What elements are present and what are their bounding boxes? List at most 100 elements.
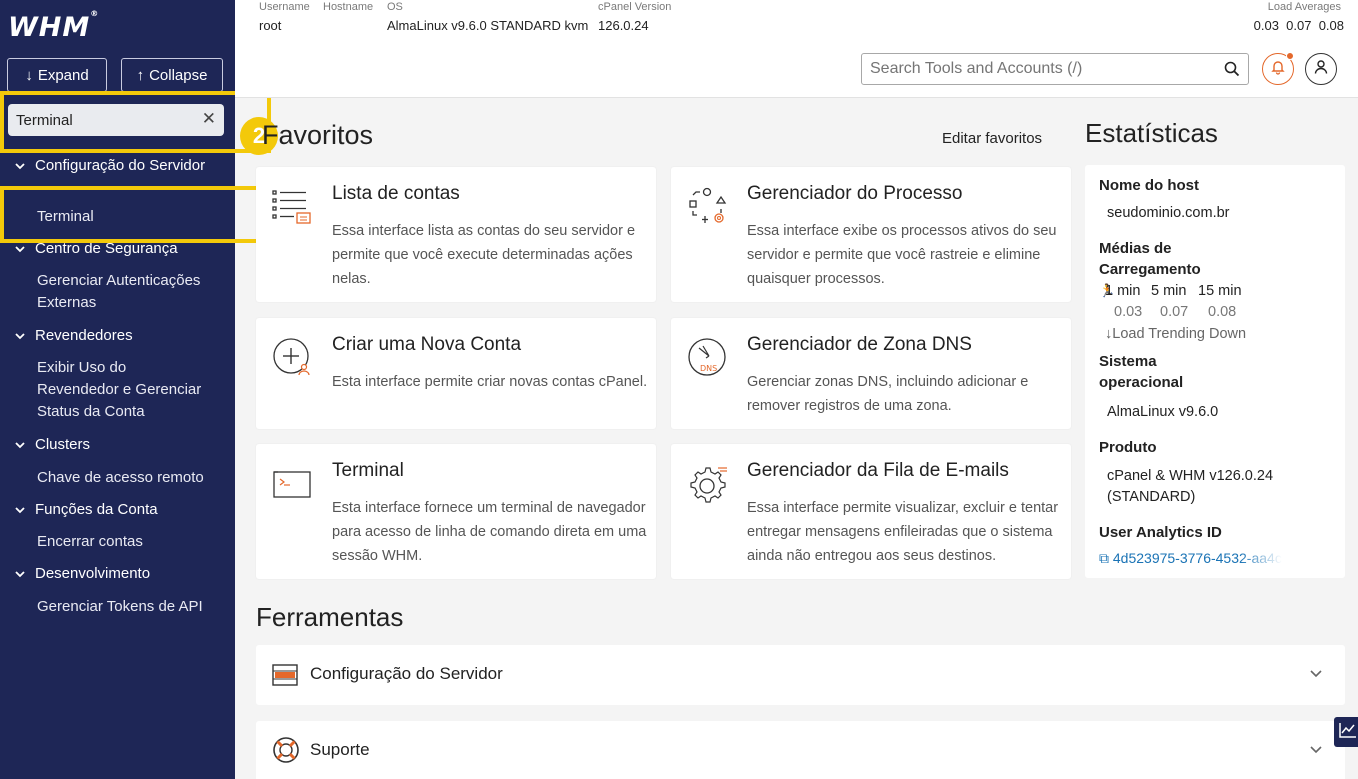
stats-title: Estatísticas — [1085, 118, 1218, 148]
analytics-id-link[interactable]: ⧉ 4d523975-3776-4532-aa4c — [1099, 548, 1319, 569]
sidebar: WHM® ↓ Expand ↑ Collapse ✕ Configuração … — [0, 0, 235, 779]
card-account-list[interactable]: Lista de contas Essa interface lista as … — [256, 167, 656, 302]
load-trend: ↓Load Trending Down — [1105, 326, 1247, 342]
arrow-down-icon: ↓ — [25, 66, 33, 84]
card-title: Gerenciador do Processo — [747, 183, 963, 204]
hostname-label: Hostname — [323, 1, 374, 13]
user-icon — [1313, 59, 1329, 80]
hostname-stat-value: seudominio.com.br — [1107, 205, 1230, 221]
trend-chart-button[interactable] — [1334, 717, 1358, 747]
tools-section-support[interactable]: Suporte — [256, 721, 1345, 779]
search-icon[interactable] — [1224, 61, 1240, 82]
card-description: Essa interface lista as contas do seu se… — [332, 223, 636, 287]
card-description: Gerenciar zonas DNS, incluindo adicionar… — [747, 374, 1029, 414]
card-description: Esta interface permite criar novas conta… — [332, 374, 648, 390]
arrow-up-icon: ↑ — [136, 66, 145, 84]
nav-section-server-config[interactable]: Configuração do Servidor — [14, 155, 214, 179]
lifebuoy-icon — [272, 736, 300, 769]
card-create-account[interactable]: Criar uma Nova Conta Esta interface perm… — [256, 318, 656, 429]
product-stat-label: Produto — [1099, 439, 1157, 456]
nav-section-resellers[interactable]: Revendedores — [14, 325, 214, 349]
chevron-down-icon — [1309, 743, 1323, 762]
card-terminal[interactable]: Terminal Esta interface fornece um termi… — [256, 444, 656, 579]
cpanel-version-value: 126.0.24 — [598, 18, 649, 33]
nav-section-clusters[interactable]: Clusters — [14, 434, 214, 458]
nav-section-security-center[interactable]: Centro de Segurança — [14, 238, 214, 262]
card-title: Criar uma Nova Conta — [332, 334, 522, 355]
top-bar: Username root Hostname OS AlmaLinux v9.6… — [235, 0, 1358, 98]
expand-button[interactable]: ↓ Expand — [7, 58, 107, 92]
load-value-1min: 0.03 — [1114, 304, 1143, 320]
card-title: Gerenciador de Zona DNS — [747, 334, 972, 355]
nav-item-external-auth[interactable]: Gerenciar Autenticações Externas — [37, 270, 217, 314]
stats-panel: Nome do host seudominio.com.br Médias de… — [1085, 165, 1345, 578]
card-title: Gerenciador da Fila de E-mails — [747, 460, 1009, 481]
chevron-down-icon — [14, 326, 26, 349]
chevron-down-icon — [14, 239, 26, 262]
username-value: root — [259, 18, 282, 33]
load-averages-value: 0.03 0.07 0.08 — [1253, 18, 1344, 33]
chevron-down-icon — [14, 156, 26, 179]
nav-item-api-tokens[interactable]: Gerenciar Tokens de API — [37, 596, 222, 618]
load-value-15min: 0.08 — [1208, 304, 1237, 320]
load-header-15min: 15 min — [1198, 283, 1242, 299]
cpanel-version-label: cPanel Version — [598, 1, 672, 13]
os-label: OS — [387, 1, 403, 13]
card-description: Esta interface fornece um terminal de na… — [332, 500, 647, 564]
edit-favorites-link[interactable]: Editar favoritos — [942, 130, 1042, 147]
chevron-down-icon — [1309, 667, 1323, 686]
nav-item-remote-access-key[interactable]: Chave de acesso remoto — [37, 467, 222, 489]
sidebar-search: ✕ — [8, 104, 224, 136]
user-menu-button[interactable] — [1305, 53, 1337, 85]
tools-title: Ferramentas — [256, 602, 404, 632]
whm-logo[interactable]: WHM® — [8, 9, 99, 43]
nav-section-development[interactable]: Desenvolvimento — [14, 563, 214, 587]
notifications-button[interactable] — [1262, 52, 1294, 85]
sidebar-search-input[interactable] — [16, 111, 196, 129]
create-account-icon — [270, 336, 314, 380]
accordion-label: Suporte — [310, 740, 370, 759]
dns-zone-icon: DNS — [685, 336, 729, 380]
hostname-stat-label: Nome do host — [1099, 177, 1199, 194]
favorites-title: Favoritos — [262, 120, 374, 150]
clear-search-icon[interactable]: ✕ — [202, 109, 216, 129]
card-process-manager[interactable]: Gerenciador do Processo Essa interface e… — [671, 167, 1071, 302]
product-stat-value: cPanel & WHM v126.0.24 (STANDARD) — [1107, 468, 1274, 505]
nav-section-account-functions[interactable]: Funções da Conta — [14, 499, 214, 523]
tools-section-server-config[interactable]: Configuração do Servidor — [256, 645, 1345, 705]
card-title: Terminal — [332, 460, 404, 481]
nav-item-reseller-usage[interactable]: Exibir Uso do Revendedor e Gerenciar Sta… — [37, 357, 212, 423]
analytics-stat-label: User Analytics ID — [1099, 524, 1222, 541]
global-search-input[interactable] — [870, 60, 1210, 78]
card-description: Essa interface permite visualizar, exclu… — [747, 500, 1059, 564]
notification-dot — [1286, 52, 1294, 60]
os-value: AlmaLinux v9.6.0 STANDARD kvm — [387, 18, 589, 33]
card-title: Lista de contas — [332, 183, 460, 204]
chevron-down-icon — [14, 564, 26, 587]
mail-queue-icon — [685, 462, 729, 506]
global-search — [861, 53, 1249, 85]
card-mail-queue[interactable]: Gerenciador da Fila de E-mails Essa inte… — [671, 444, 1071, 579]
username-label: Username — [259, 1, 310, 13]
accordion-label: Configuração do Servidor — [310, 664, 503, 683]
copy-icon[interactable]: ⧉ — [1099, 550, 1109, 566]
os-stat-value: AlmaLinux v9.6.0 — [1107, 404, 1219, 420]
terminal-icon — [270, 462, 314, 506]
collapse-button[interactable]: ↑ Collapse — [121, 58, 223, 92]
process-manager-icon — [685, 185, 729, 229]
load-header-5min: 5 min — [1151, 283, 1187, 299]
chevron-down-icon — [14, 500, 26, 523]
load-header-1min: 1 min — [1105, 283, 1141, 299]
nav-item-terminate-accounts[interactable]: Encerrar contas — [37, 531, 222, 553]
chevron-down-icon — [14, 435, 26, 458]
card-description: Essa interface exibe os processos ativos… — [747, 223, 1057, 287]
load-averages-label: Load Averages — [1267, 1, 1341, 13]
bell-icon — [1270, 59, 1286, 80]
server-config-icon — [272, 664, 298, 691]
nav-item-terminal[interactable]: Terminal — [37, 206, 222, 228]
load-value-5min: 0.07 — [1160, 304, 1189, 320]
card-dns-zone[interactable]: DNS Gerenciador de Zona DNS Gerenciar zo… — [671, 318, 1071, 429]
os-stat-label: Sistema operacional — [1099, 353, 1184, 391]
chart-line-icon — [1339, 722, 1357, 743]
account-list-icon — [270, 185, 314, 229]
